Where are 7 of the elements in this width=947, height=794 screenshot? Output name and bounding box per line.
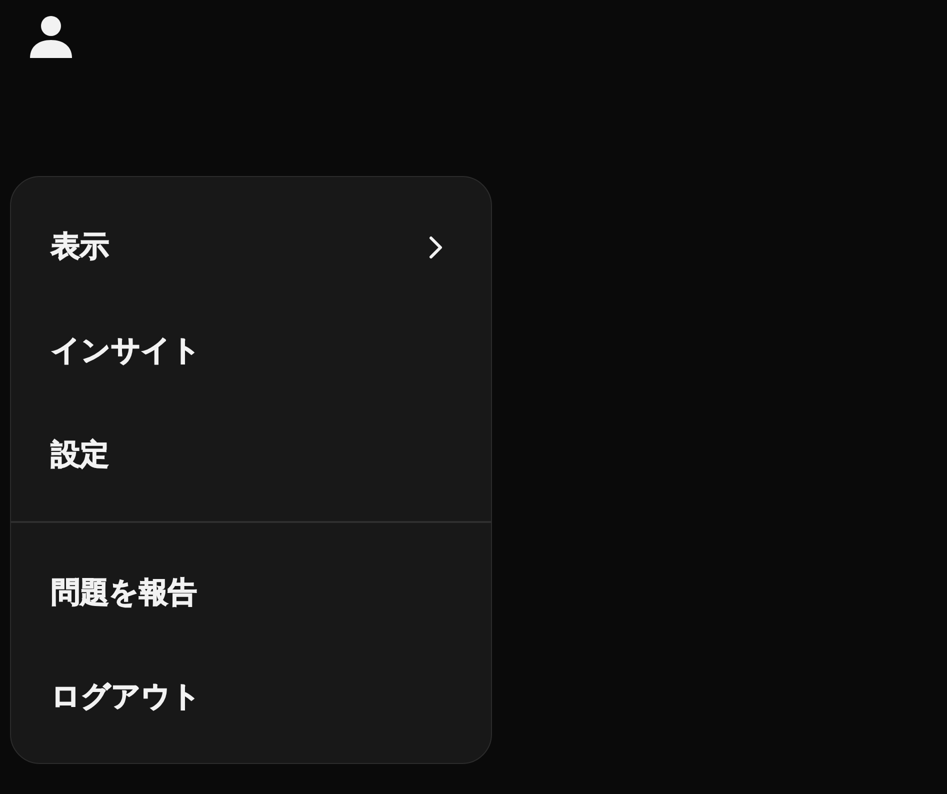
menu-item[interactable]: ログアウト [11,645,491,749]
menu-item[interactable]: インサイト [11,299,491,403]
menu-item[interactable]: 設定 [11,403,491,507]
menu-item[interactable]: 表示 [11,195,491,299]
menu-item[interactable]: 問題を報告 [11,541,491,645]
account-button[interactable] [30,16,72,58]
person-icon [30,16,72,58]
